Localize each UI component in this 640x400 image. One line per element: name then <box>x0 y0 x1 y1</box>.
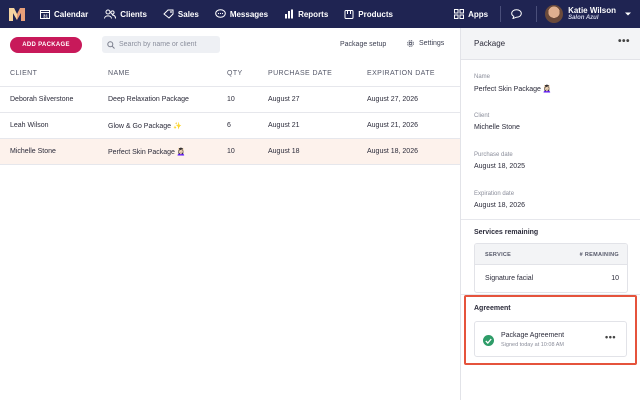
nav-sales-label: Sales <box>177 9 199 19</box>
agreement-more-icon[interactable]: ••• <box>605 332 616 342</box>
bar-chart-icon <box>285 9 294 19</box>
service-name: Signature facial <box>485 275 534 282</box>
field-label-expiration-date: Expiration date <box>474 191 515 197</box>
cell-client: Deborah Silverstone <box>10 96 74 103</box>
services-column-remaining: # REMAINING <box>579 252 619 258</box>
app-logo[interactable] <box>0 0 34 28</box>
field-label-purchase-date: Purchase date <box>474 152 513 158</box>
avatar <box>545 5 564 23</box>
cell-purchase-date: August 27 <box>268 96 300 103</box>
nav-sales[interactable]: Sales <box>155 0 207 28</box>
settings-button[interactable]: Settings <box>406 39 444 48</box>
chevron-down-icon <box>625 12 631 16</box>
nav-clients[interactable]: Clients <box>96 0 155 28</box>
services-column-service: SERVICE <box>485 252 512 258</box>
panel-header: Package ••• <box>461 28 640 60</box>
user-org: Salon Azul <box>568 15 599 22</box>
cell-expiration-date: August 27, 2026 <box>367 96 418 103</box>
services-table: SERVICE # REMAINING Signature facial 10 <box>474 243 628 293</box>
search-box[interactable] <box>102 36 220 53</box>
column-header-qty[interactable]: QTY <box>227 70 243 77</box>
search-input[interactable] <box>119 41 219 48</box>
services-remaining-title: Services remaining <box>474 229 539 236</box>
cell-purchase-date: August 21 <box>268 122 300 129</box>
nav-messages[interactable]: Messages <box>207 0 276 28</box>
cell-name: Deep Relaxation Package <box>108 96 189 103</box>
top-nav: 31 Calendar Clients Sales Messages Repor… <box>0 0 640 28</box>
column-header-name[interactable]: NAME <box>108 70 130 77</box>
gear-icon <box>407 40 414 47</box>
agreement-status: Signed today at 10:08 AM <box>501 342 564 348</box>
logo-icon <box>9 7 25 21</box>
nav-reports[interactable]: Reports <box>276 0 336 28</box>
nav-reports-label: Reports <box>298 9 329 19</box>
nav-products[interactable]: Products <box>336 0 401 28</box>
field-label-client: Client <box>474 113 490 119</box>
table-header: CLIENT NAME QTY PURCHASE DATE EXPIRATION… <box>0 60 460 87</box>
cell-name: Glow & Go Package ✨ <box>108 123 182 130</box>
user-menu[interactable]: Katie Wilson Salon Azul <box>541 0 640 28</box>
table-row[interactable]: Leah Wilson Glow & Go Package ✨ 6 August… <box>0 113 460 139</box>
agreement-card[interactable]: Package Agreement Signed today at 10:08 … <box>474 321 627 357</box>
column-header-expiration-date[interactable]: EXPIRATION DATE <box>367 70 435 77</box>
nav-divider-2 <box>536 6 538 22</box>
calendar-icon: 31 <box>40 10 50 19</box>
cell-expiration-date: August 18, 2026 <box>367 148 418 155</box>
user-name: Katie Wilson <box>568 5 616 15</box>
table-row[interactable]: Deborah Silverstone Deep Relaxation Pack… <box>0 87 460 113</box>
packages-table: CLIENT NAME QTY PURCHASE DATE EXPIRATION… <box>0 60 460 165</box>
search-icon <box>107 40 115 49</box>
more-options-icon[interactable]: ••• <box>618 36 630 47</box>
settings-label: Settings <box>419 40 445 47</box>
cell-expiration-date: August 21, 2026 <box>367 122 418 129</box>
nav-apps[interactable]: Apps <box>446 0 496 28</box>
panel-title: Package <box>474 39 506 48</box>
service-remaining: 10 <box>611 275 619 282</box>
svg-text:31: 31 <box>43 14 49 19</box>
user-info: Katie Wilson Salon Azul <box>568 6 616 22</box>
cell-client: Michelle Stone <box>10 148 56 155</box>
cell-client: Leah Wilson <box>10 122 49 129</box>
users-icon <box>104 9 117 19</box>
field-label-name: Name <box>474 74 491 80</box>
services-table-header: SERVICE # REMAINING <box>475 244 627 265</box>
nav-apps-label: Apps <box>468 9 489 19</box>
field-value-purchase-date: August 18, 2025 <box>474 163 525 170</box>
services-row: Signature facial 10 <box>475 265 627 292</box>
column-header-purchase-date[interactable]: PURCHASE DATE <box>268 70 332 77</box>
cell-purchase-date: August 18 <box>268 148 300 155</box>
box-icon <box>344 10 354 19</box>
nav-calendar-label: Calendar <box>54 9 89 19</box>
divider <box>461 219 640 220</box>
cell-name: Perfect Skin Package 💆🏻‍♀️ <box>108 149 186 156</box>
nav-calendar[interactable]: 31 Calendar <box>34 0 96 28</box>
column-header-client[interactable]: CLIENT <box>10 70 37 77</box>
chat-button[interactable] <box>505 0 532 28</box>
nav-clients-label: Clients <box>120 9 147 19</box>
speech-bubble-icon <box>511 9 522 19</box>
nav-divider <box>500 6 502 22</box>
table-row-selected[interactable]: Michelle Stone Perfect Skin Package 💆🏻‍♀… <box>0 139 460 165</box>
chat-icon <box>215 9 226 18</box>
nav-messages-label: Messages <box>229 9 269 19</box>
toolbar: ADD PACKAGE Package setup Settings <box>0 28 460 60</box>
cell-qty: 10 <box>227 148 235 155</box>
field-value-name: Perfect Skin Package 💆🏻‍♀️ <box>474 86 552 93</box>
cell-qty: 6 <box>227 122 231 129</box>
tag-icon <box>163 9 174 19</box>
check-circle-icon <box>483 335 494 346</box>
nav-products-label: Products <box>358 9 393 19</box>
field-value-client: Michelle Stone <box>474 124 520 131</box>
field-value-expiration-date: August 18, 2026 <box>474 202 525 209</box>
package-setup-link[interactable]: Package setup <box>340 41 386 48</box>
nav-right-group: Apps Katie Wilson Salon Azul <box>446 0 640 28</box>
agreement-name: Package Agreement <box>501 332 565 339</box>
grid-icon <box>454 9 465 19</box>
cell-qty: 10 <box>227 96 235 103</box>
add-package-button[interactable]: ADD PACKAGE <box>10 37 82 53</box>
